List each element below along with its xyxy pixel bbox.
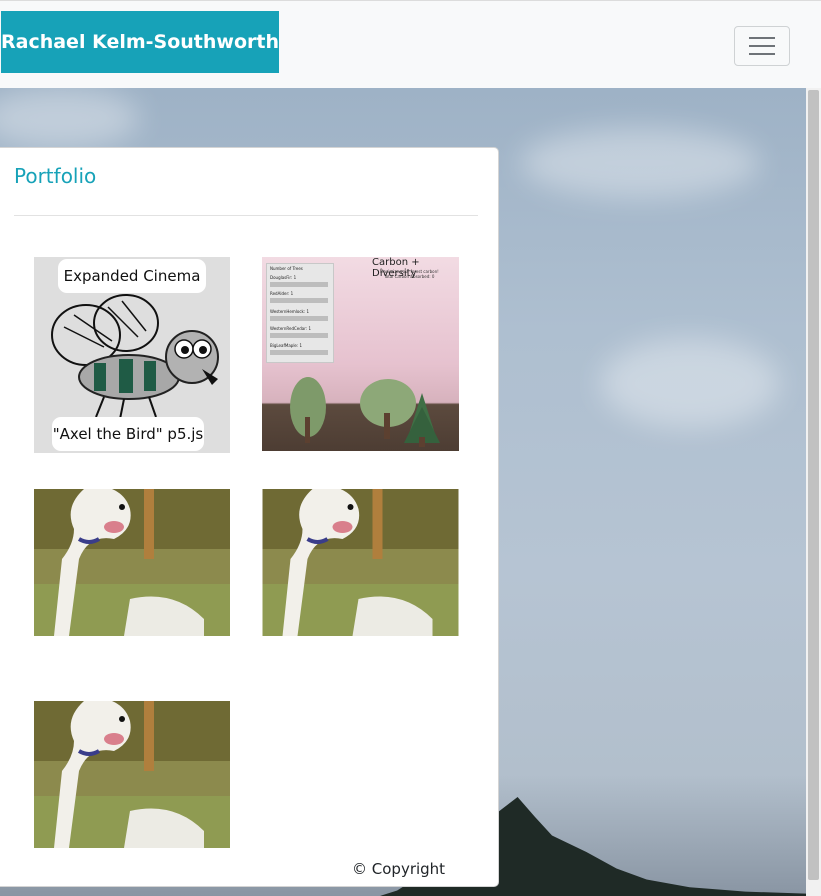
scrollbar-thumb[interactable] — [808, 90, 819, 880]
portfolio-title: Portfolio — [14, 164, 97, 188]
dog-photo-image — [34, 489, 230, 636]
hamburger-menu-icon — [749, 45, 775, 47]
dog-photo-image — [34, 701, 230, 848]
portfolio-item-dog-photo[interactable] — [34, 489, 230, 636]
portfolio-item-dog-photo[interactable] — [262, 489, 459, 636]
portfolio-item-dog-photo[interactable] — [34, 701, 230, 848]
copyright-text: © Copyright — [352, 860, 446, 878]
portfolio-card: Portfolio Expanded Cinema "Axel the Bird… — [0, 147, 499, 887]
forest-trees-icon — [290, 377, 440, 447]
portfolio-item-axel-the-bird[interactable]: Expanded Cinema "Axel the Bird" p5.js — [34, 257, 230, 453]
dog-photo-image — [262, 489, 459, 636]
portfolio-item-carbon-diversity[interactable]: Carbon + Diversity Maximize your forest … — [262, 257, 459, 451]
divider — [14, 215, 478, 216]
navbar-toggle-button[interactable] — [734, 26, 790, 66]
hamburger-menu-icon — [749, 37, 775, 39]
thumbnail-bottom-caption: "Axel the Bird" p5.js — [52, 417, 204, 451]
brand-link[interactable]: Rachael Kelm-Southworth — [1, 11, 279, 73]
navbar: Rachael Kelm-Southworth — [0, 0, 821, 88]
hamburger-menu-icon — [749, 53, 775, 55]
